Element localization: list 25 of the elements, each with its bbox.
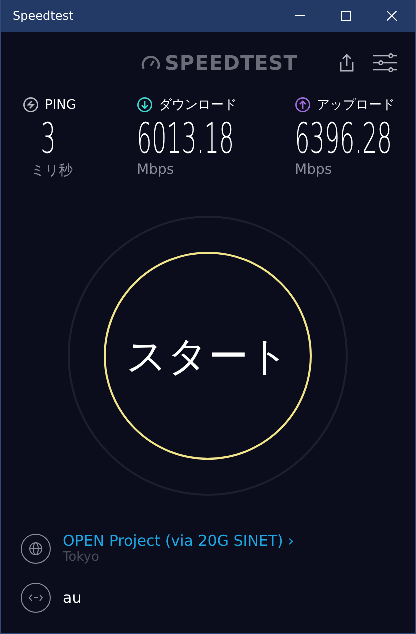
provider-name: au xyxy=(63,589,82,607)
window-title: Speedtest xyxy=(13,9,75,23)
server-link[interactable]: OPEN Project (via 20G SINET) › xyxy=(63,532,294,550)
sliders-icon xyxy=(373,53,397,73)
server-location: Tokyo xyxy=(63,550,100,565)
ping-icon xyxy=(23,97,39,113)
connection-icon xyxy=(21,583,51,613)
metric-unit: ミリ秒 xyxy=(31,162,73,180)
settings-button[interactable] xyxy=(373,53,397,73)
metric-value: 3 xyxy=(41,116,56,162)
metric-value: 6013.18 xyxy=(137,116,234,162)
metric-value: 6396.28 xyxy=(295,116,392,162)
metric-label: ダウンロード xyxy=(159,97,237,114)
metric-unit: Mbps xyxy=(295,162,332,178)
metric-label: PING xyxy=(45,98,76,112)
close-icon xyxy=(387,11,397,21)
metric-label: アップロード xyxy=(317,97,395,114)
start-button[interactable]: スタート xyxy=(104,252,312,460)
metric-unit: Mbps xyxy=(137,162,174,178)
share-button[interactable] xyxy=(339,53,355,73)
maximize-icon xyxy=(341,11,351,21)
globe-icon xyxy=(21,534,51,564)
share-icon xyxy=(339,53,355,73)
gauge-icon xyxy=(141,55,161,71)
logo-text: SPEEDTEST xyxy=(165,51,298,75)
